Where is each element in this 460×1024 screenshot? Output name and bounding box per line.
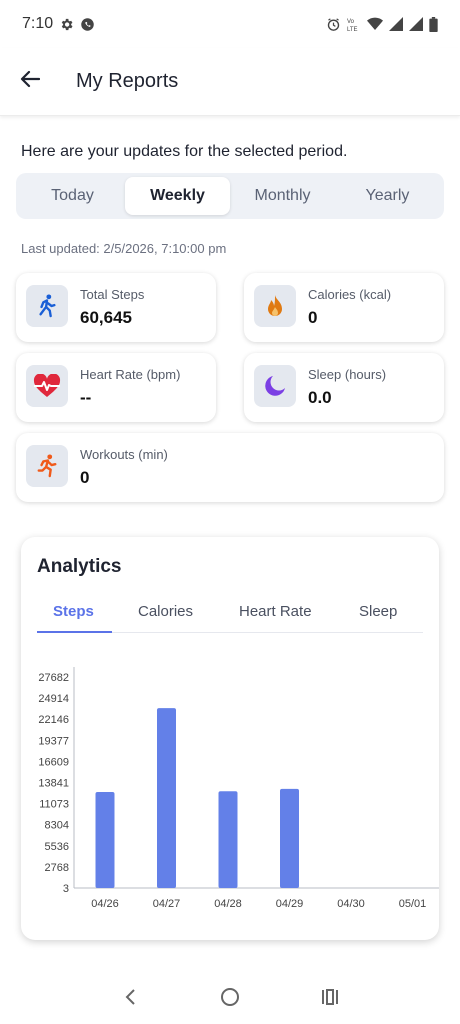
alarm-icon: [326, 17, 341, 32]
tab-yearly[interactable]: Yearly: [335, 177, 440, 215]
sleep-card[interactable]: Sleep (hours) 0.0: [244, 353, 444, 422]
bar-04/28[interactable]: [218, 791, 238, 888]
workouts-label: Workouts (min): [80, 447, 168, 462]
y-tick-label: 19377: [38, 735, 69, 747]
running-person-icon: [26, 445, 68, 487]
flame-icon: [254, 285, 296, 327]
nav-back-icon: [125, 989, 135, 1005]
heart-pulse-icon: [26, 365, 68, 407]
signal-icon-2: [409, 17, 423, 31]
steps-bar-chart: 3 2768 5536 8304 11073 13841 16609 19377 22146 24…: [38, 667, 439, 910]
x-tick-label: 04/26: [91, 898, 119, 910]
settings-gear-icon: [59, 17, 74, 32]
bar-04/26[interactable]: [95, 791, 115, 888]
workouts-card[interactable]: Workouts (min) 0: [16, 433, 444, 502]
steps-card[interactable]: Total Steps 60,645: [16, 273, 216, 342]
x-tick-label: 04/29: [276, 898, 304, 910]
y-tick-label: 16609: [38, 756, 69, 768]
bar-04/27[interactable]: [157, 708, 176, 888]
nav-recents-icon: [322, 989, 338, 1005]
x-tick-label: 04/30: [337, 898, 365, 910]
analytics-card: Analytics Steps Calories Heart Rate Slee…: [21, 537, 439, 940]
bar-04/29[interactable]: [280, 788, 299, 888]
nav-home-icon: [221, 988, 239, 1006]
calories-label: Calories (kcal): [308, 287, 392, 302]
x-tick-label: 05/01: [399, 898, 427, 910]
walking-person-icon: [26, 285, 68, 327]
y-tick-label: 2768: [45, 862, 69, 874]
nav-back-button[interactable]: [110, 977, 150, 1017]
nav-recents-button[interactable]: [310, 977, 350, 1017]
tab-weekly[interactable]: Weekly: [125, 177, 230, 215]
back-arrow-icon: [20, 70, 41, 93]
app-notification-icon: [80, 17, 95, 32]
period-tabs: Today Weekly Monthly Yearly: [16, 173, 444, 219]
tab-today[interactable]: Today: [20, 177, 125, 215]
y-tick-label: 3: [63, 883, 69, 895]
sleep-value: 0.0: [308, 388, 332, 407]
calories-value: 0: [308, 308, 318, 327]
tab-monthly[interactable]: Monthly: [230, 177, 335, 215]
svg-text:Vo: Vo: [347, 19, 355, 25]
y-tick-label: 13841: [38, 778, 69, 790]
x-tick-label: 04/27: [153, 898, 181, 910]
y-tick-label: 8304: [45, 820, 69, 832]
x-tick-label: 04/28: [214, 898, 242, 910]
page-title: My Reports: [76, 70, 179, 92]
signal-icon: [389, 17, 403, 31]
calories-card[interactable]: Calories (kcal) 0: [244, 273, 444, 342]
back-button[interactable]: [0, 48, 60, 116]
steps-value: 60,645: [80, 308, 132, 327]
volte-icon: Vo LTE: [347, 17, 361, 32]
heart-rate-label: Heart Rate (bpm): [80, 367, 181, 382]
y-tick-label: 22146: [38, 714, 69, 726]
y-tick-label: 24914: [38, 693, 69, 705]
sleep-label: Sleep (hours): [308, 367, 387, 382]
battery-icon: [429, 16, 438, 32]
last-updated-text: Last updated: 2/5/2026, 7:10:00 pm: [21, 241, 227, 256]
system-nav-bar: [0, 970, 460, 1024]
moon-icon: [254, 365, 296, 407]
status-time: 7:10: [22, 15, 54, 32]
y-tick-label: 27682: [38, 672, 69, 684]
y-tick-label: 11073: [39, 799, 69, 811]
status-bar: 7:10 Vo LTE: [0, 0, 460, 48]
steps-label: Total Steps: [80, 287, 145, 302]
heart-rate-value: --: [80, 388, 92, 407]
svg-text:LTE: LTE: [347, 27, 358, 32]
intro-text: Here are your updates for the selected p…: [21, 143, 348, 160]
wifi-icon: [367, 17, 383, 31]
app-header: My Reports: [0, 48, 460, 116]
workouts-value: 0: [80, 468, 90, 487]
heart-rate-card[interactable]: Heart Rate (bpm) --: [16, 353, 216, 422]
y-tick-label: 5536: [45, 841, 69, 853]
nav-home-button[interactable]: [210, 977, 250, 1017]
